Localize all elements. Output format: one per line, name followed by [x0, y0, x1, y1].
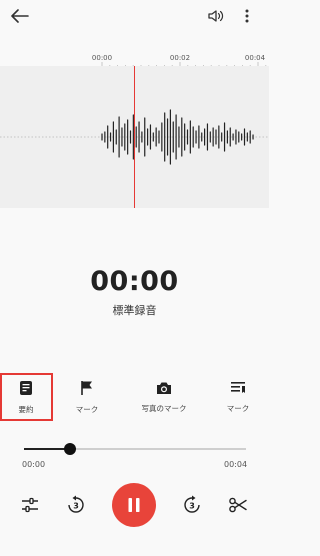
elapsed-time: 00:00 — [22, 460, 46, 469]
back-button[interactable] — [6, 4, 34, 28]
trim-button[interactable] — [226, 493, 250, 517]
sliders-icon — [22, 497, 38, 513]
pause-icon — [128, 498, 140, 512]
top-bar — [0, 0, 269, 32]
summary-label: 要約 — [18, 405, 34, 414]
forward-icon: 3 — [184, 495, 200, 513]
mark-button[interactable]: マーク — [57, 380, 117, 415]
summary-icon — [20, 381, 32, 395]
scissors-icon — [229, 497, 247, 513]
more-options-button[interactable] — [236, 4, 258, 28]
pause-button[interactable] — [112, 483, 156, 527]
speaker-icon — [208, 10, 224, 22]
rewind-3s-button[interactable]: 3 — [64, 493, 88, 517]
arrow-left-icon — [11, 9, 29, 23]
timeline-tick: 00:04 — [244, 54, 266, 62]
progress-thumb[interactable] — [64, 443, 76, 455]
forward-3s-button[interactable]: 3 — [180, 493, 204, 517]
svg-text:3: 3 — [189, 502, 195, 511]
summary-button[interactable]: 要約 — [0, 380, 56, 415]
timeline-tick: 00:00 — [91, 54, 113, 62]
timeline-tick: 00:02 — [169, 54, 191, 62]
recording-mode-label: 標準録音 — [112, 304, 157, 317]
photo-mark-label: 写真のマーク — [141, 404, 187, 413]
more-vertical-icon — [245, 9, 249, 23]
mark-label: マーク — [75, 405, 99, 414]
svg-text:3: 3 — [73, 502, 79, 511]
mark-list-button[interactable]: マーク — [208, 380, 268, 414]
speaker-button[interactable] — [204, 4, 228, 28]
rewind-icon: 3 — [68, 495, 84, 513]
current-time-display: 00:00 — [90, 266, 179, 297]
playhead[interactable] — [134, 66, 135, 208]
camera-icon — [157, 382, 171, 394]
settings-button[interactable] — [16, 494, 44, 516]
flag-icon — [81, 381, 92, 395]
list-mark-icon — [231, 382, 245, 393]
mark-list-label: マーク — [226, 404, 250, 413]
total-time: 00:04 — [224, 460, 248, 469]
photo-mark-button[interactable]: 写真のマーク — [134, 380, 194, 414]
